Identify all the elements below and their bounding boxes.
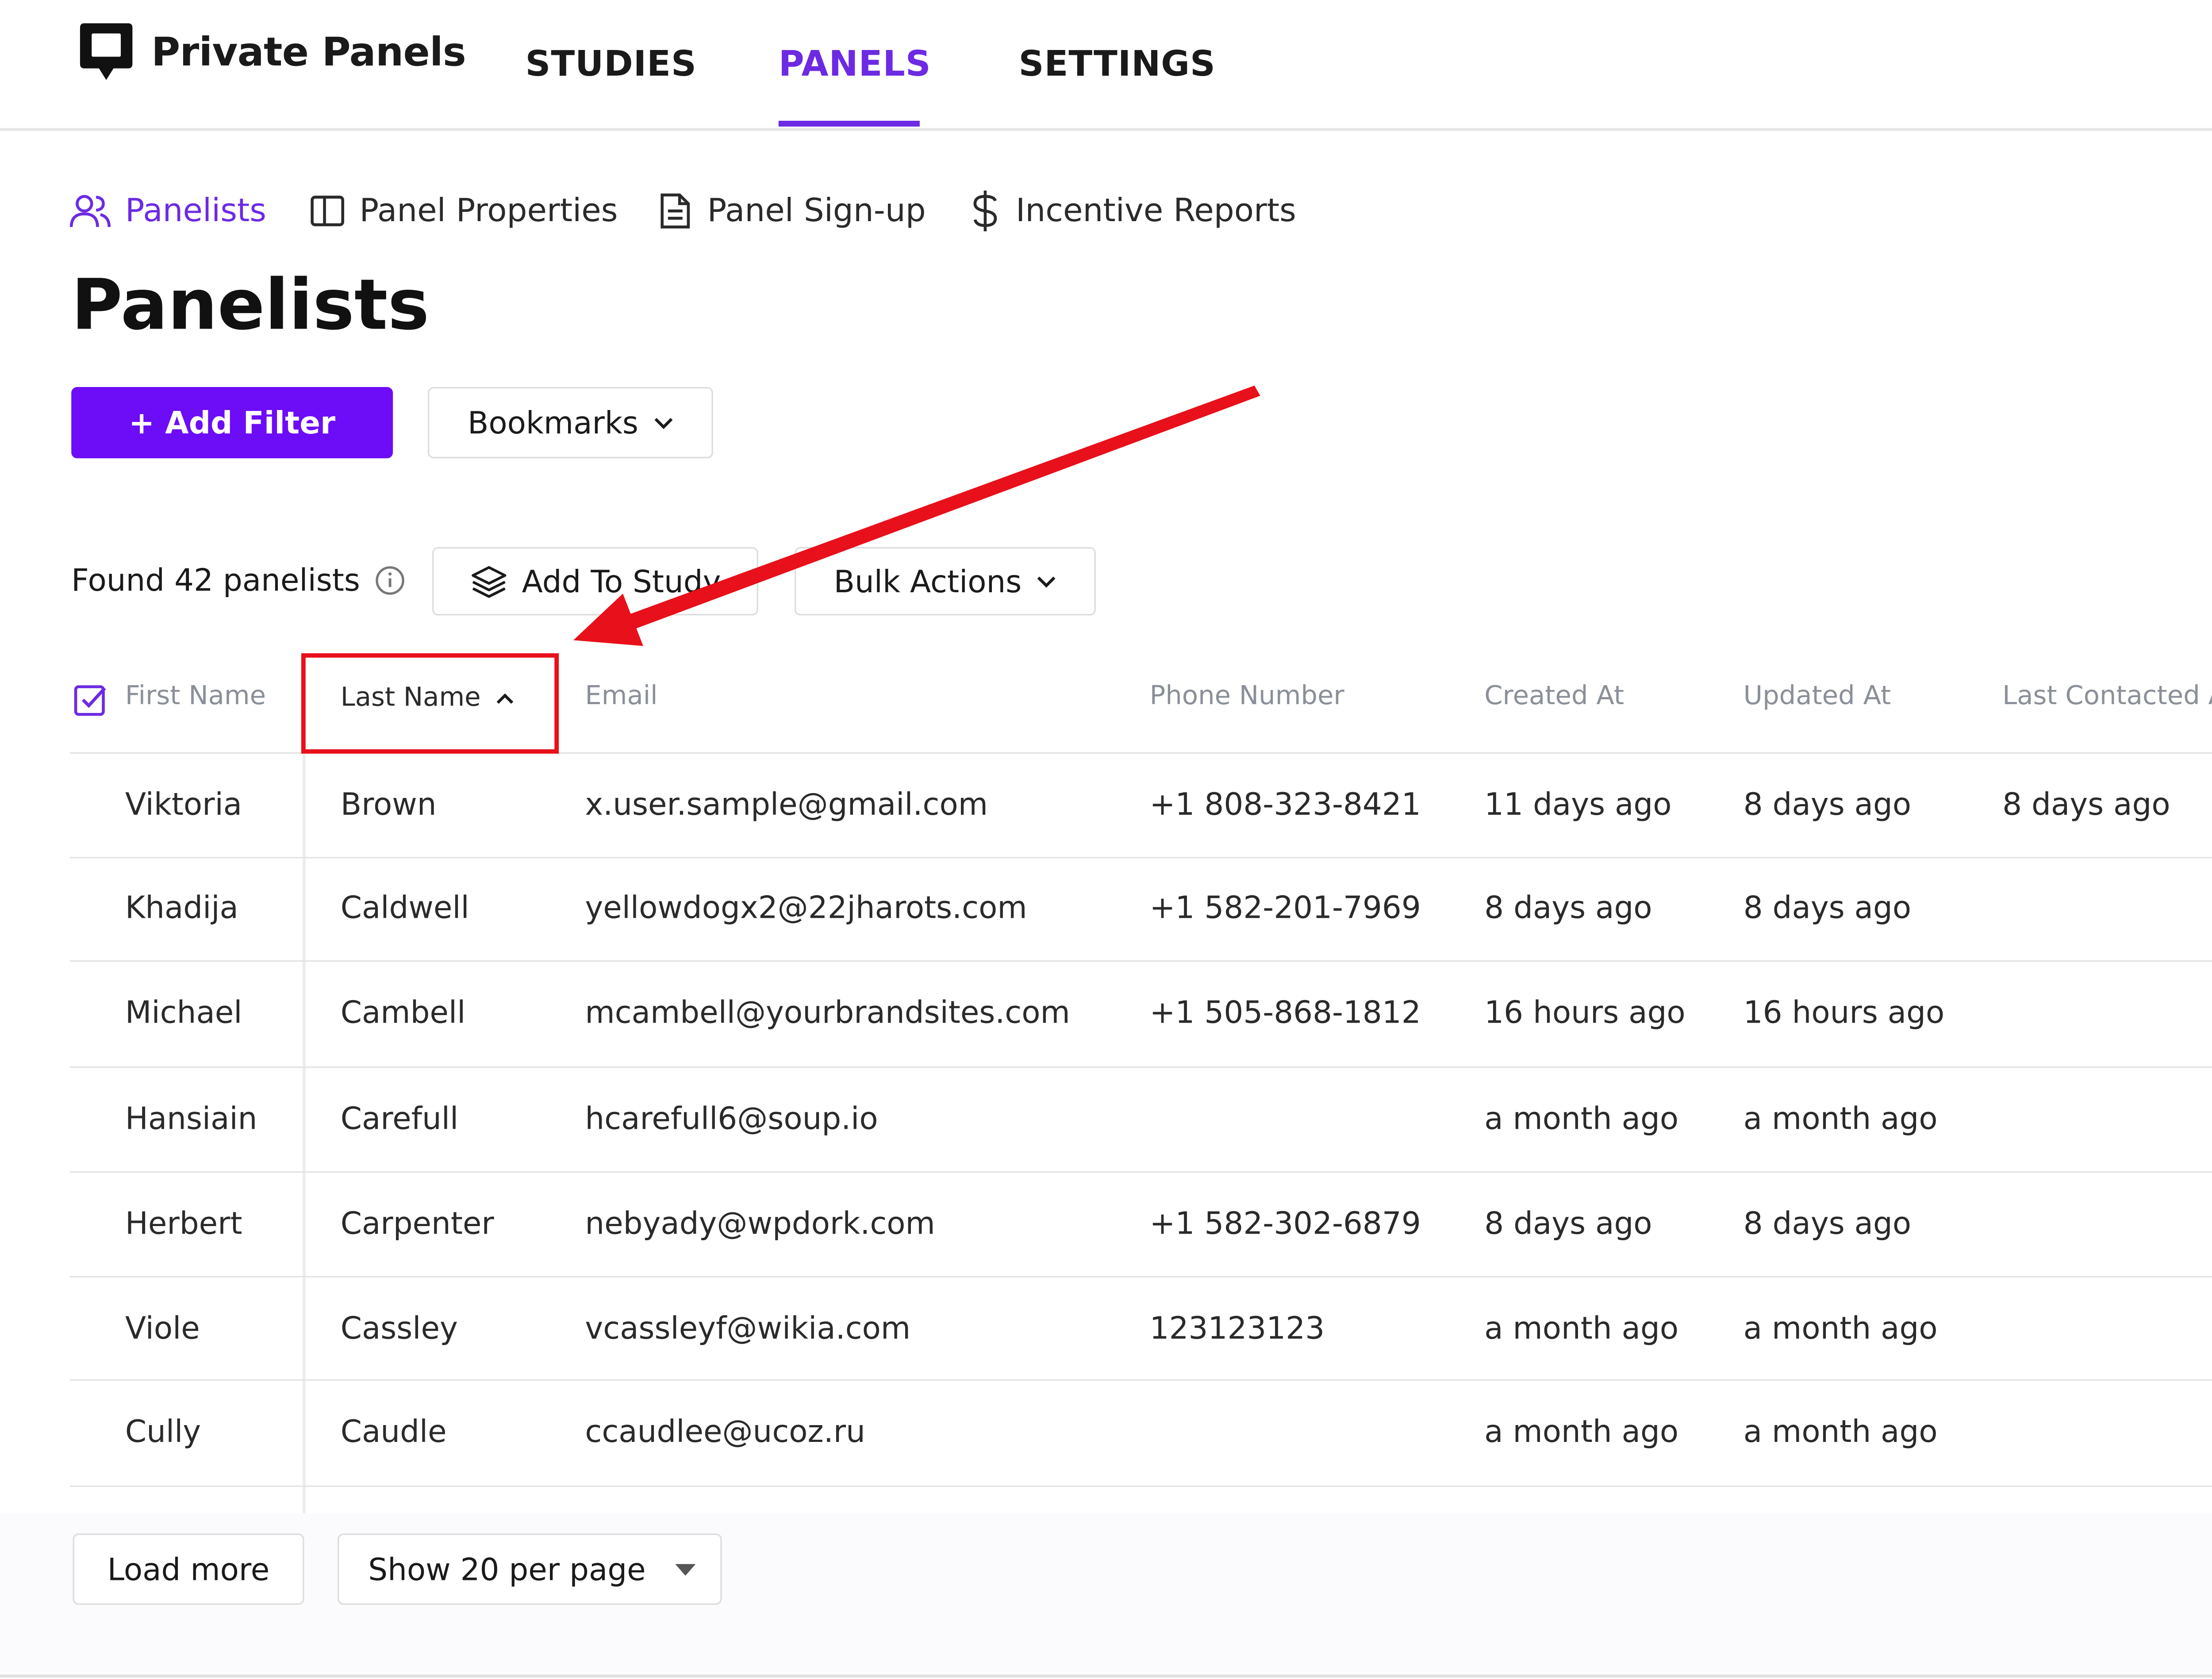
cell-phone: 123123123: [1149, 1311, 1325, 1346]
cell-email: yellowdogx2@22jharots.com: [585, 890, 1027, 926]
top-navigation: Private Panels STUDIES PANELS SETTINGS: [0, 0, 2212, 131]
brand[interactable]: Private Panels: [79, 20, 466, 84]
cell-first-name: Michael: [125, 995, 242, 1030]
cell-updated-at: a month ago: [1743, 1414, 1938, 1449]
cell-last-name: Caldwell: [340, 890, 469, 926]
cell-email: mcambell@yourbrandsites.com: [585, 995, 1070, 1030]
dollar-icon: [973, 190, 997, 232]
row-divider: [69, 1379, 2212, 1381]
cell-phone: +1 505-868-1812: [1149, 995, 1421, 1030]
subnav-label-panel-properties: Panel Properties: [359, 192, 618, 230]
cell-first-name: Khadija: [125, 890, 238, 926]
cell-last-contacted-at: 8 days ago: [2002, 787, 2170, 822]
cell-updated-at: a month ago: [1743, 1101, 1938, 1137]
cell-created-at: a month ago: [1484, 1414, 1679, 1449]
cell-updated-at: 16 hours ago: [1743, 995, 1945, 1030]
chevron-down-icon: [1037, 575, 1056, 587]
bottom-divider: [0, 1675, 2212, 1678]
cell-email: hcarefull6@soup.io: [585, 1101, 878, 1137]
cell-last-name: Carpenter: [340, 1206, 494, 1241]
bookmarks-label: Bookmarks: [467, 405, 638, 441]
select-all-checkbox-icon[interactable]: [73, 682, 108, 717]
cell-updated-at: a month ago: [1743, 1311, 1938, 1346]
document-icon: [661, 193, 690, 229]
add-to-study-button[interactable]: Add To Study: [432, 547, 758, 616]
cell-last-name: Caudle: [340, 1414, 447, 1449]
info-icon[interactable]: [375, 564, 407, 596]
row-divider: [69, 960, 2212, 962]
bulk-actions-label: Bulk Actions: [833, 564, 1022, 599]
cell-updated-at: 8 days ago: [1743, 1206, 1912, 1241]
cell-updated-at: 8 days ago: [1743, 787, 1912, 822]
page-title: Panelists: [71, 264, 430, 346]
row-divider: [69, 857, 2212, 859]
header-phone-number[interactable]: Phone Number: [1150, 681, 1344, 711]
app-window: Private Panels STUDIES PANELS SETTINGS P…: [0, 0, 2212, 1679]
cell-first-name: Viktoria: [125, 787, 242, 822]
header-updated-at[interactable]: Updated At: [1743, 681, 1891, 711]
brand-name: Private Panels: [151, 30, 466, 75]
cell-phone: +1 582-201-7969: [1149, 890, 1421, 926]
cell-last-name: Brown: [340, 787, 437, 822]
footer-band: [0, 1513, 2212, 1676]
subnav-panelists[interactable]: Panelists: [69, 186, 267, 236]
header-email[interactable]: Email: [585, 681, 657, 711]
brand-logo-icon: [80, 23, 133, 80]
cell-last-name: Carefull: [340, 1101, 459, 1137]
cell-email: nebyady@wpdork.com: [585, 1206, 935, 1241]
row-divider: [69, 1276, 2212, 1278]
per-page-select[interactable]: Show 20 per page: [338, 1533, 722, 1605]
users-icon: [69, 195, 111, 227]
chevron-down-icon: [654, 417, 672, 429]
row-divider: [69, 1171, 2212, 1173]
cell-last-name: Cassley: [340, 1311, 458, 1346]
cell-created-at: 8 days ago: [1484, 1206, 1652, 1241]
subnav-incentive-reports[interactable]: Incentive Reports: [969, 186, 1296, 236]
header-last-contacted-at[interactable]: Last Contacted At: [2002, 681, 2212, 711]
cell-phone: +1 808-323-8421: [1149, 787, 1421, 822]
add-filter-button[interactable]: + Add Filter: [71, 387, 393, 459]
subnav-label-panelists: Panelists: [125, 192, 267, 230]
caret-down-icon: [675, 1564, 696, 1576]
found-count: Found 42 panelists: [71, 563, 360, 598]
header-first-name[interactable]: First Name: [125, 681, 266, 711]
active-tab-indicator: [778, 121, 920, 127]
columns-icon: [311, 196, 344, 226]
cell-created-at: 11 days ago: [1484, 787, 1672, 822]
add-to-study-label: Add To Study: [522, 564, 721, 599]
per-page-label: Show 20 per page: [368, 1552, 646, 1587]
cell-first-name: Cully: [125, 1414, 201, 1449]
cell-first-name: Viole: [125, 1311, 200, 1346]
cell-email: ccaudlee@ucoz.ru: [585, 1414, 865, 1449]
annotation-highlight-box: [301, 653, 559, 754]
cell-created-at: a month ago: [1484, 1311, 1679, 1346]
cell-first-name: Hansiain: [125, 1101, 257, 1137]
tab-panels[interactable]: PANELS: [779, 0, 931, 128]
row-divider: [69, 1485, 2212, 1487]
subnav-label-panel-signup: Panel Sign-up: [707, 192, 926, 230]
cell-phone: +1 582-302-6879: [1149, 1206, 1421, 1241]
cell-created-at: 8 days ago: [1484, 890, 1652, 926]
layers-icon: [471, 565, 506, 597]
bookmarks-dropdown[interactable]: Bookmarks: [428, 387, 713, 459]
subnav-label-incentive-reports: Incentive Reports: [1016, 192, 1296, 230]
header-created-at[interactable]: Created At: [1484, 681, 1624, 711]
cell-email: x.user.sample@gmail.com: [585, 787, 988, 822]
results-summary: Found 42 panelists: [71, 559, 407, 602]
tab-studies[interactable]: STUDIES: [525, 0, 696, 128]
cell-updated-at: 8 days ago: [1743, 890, 1912, 926]
load-more-button[interactable]: Load more: [73, 1533, 304, 1605]
cell-first-name: Herbert: [125, 1206, 242, 1241]
bulk-actions-dropdown[interactable]: Bulk Actions: [795, 547, 1096, 616]
column-divider: [303, 752, 306, 1516]
row-divider: [69, 1066, 2212, 1068]
cell-last-name: Cambell: [340, 995, 466, 1030]
cell-email: vcassleyf@wikia.com: [585, 1311, 911, 1346]
subnav-panel-properties[interactable]: Panel Properties: [310, 186, 618, 236]
tab-settings[interactable]: SETTINGS: [1019, 0, 1216, 128]
cell-created-at: 16 hours ago: [1484, 995, 1686, 1030]
subnav-panel-signup[interactable]: Panel Sign-up: [658, 186, 926, 236]
cell-created-at: a month ago: [1484, 1101, 1679, 1137]
